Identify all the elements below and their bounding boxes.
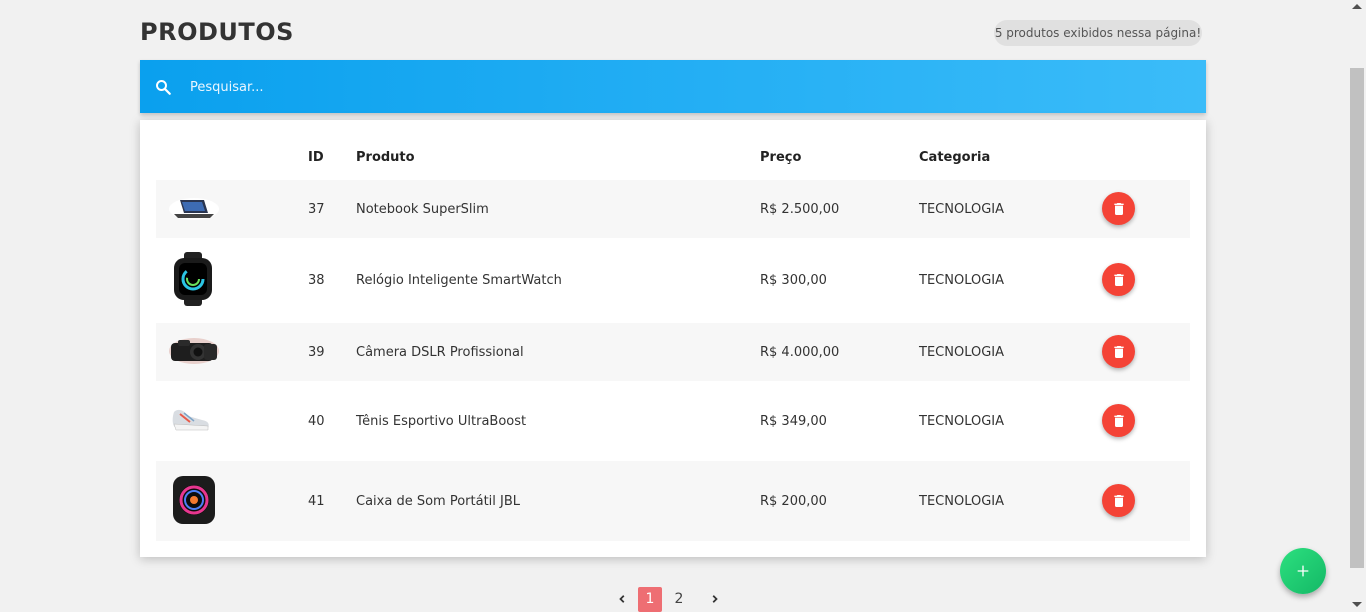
plus-icon xyxy=(1297,565,1309,577)
product-category: TECNOLOGIA xyxy=(919,414,1005,429)
page-title: PRODUTOS xyxy=(140,18,294,46)
product-price: R$ 4.000,00 xyxy=(760,345,840,360)
trash-icon xyxy=(1113,414,1124,427)
product-count-badge: 5 produtos exibidos nessa página! xyxy=(994,20,1202,46)
page-2-button[interactable]: 2 xyxy=(667,587,691,612)
product-price: R$ 300,00 xyxy=(760,273,827,288)
product-name: Tênis Esportivo UltraBoost xyxy=(356,414,527,429)
delete-button[interactable] xyxy=(1102,263,1135,296)
column-header-price: Preço xyxy=(760,150,802,165)
product-name: Câmera DSLR Profissional xyxy=(356,345,524,360)
product-name: Notebook SuperSlim xyxy=(356,202,489,217)
trash-icon xyxy=(1113,345,1124,358)
product-category: TECNOLOGIA xyxy=(919,494,1005,509)
delete-button[interactable] xyxy=(1102,404,1135,437)
chevron-right-icon[interactable] xyxy=(708,592,722,606)
product-id: 40 xyxy=(308,414,325,429)
delete-button[interactable] xyxy=(1102,335,1135,368)
column-header-id: ID xyxy=(308,150,324,165)
page-1-button[interactable]: 1 xyxy=(638,587,662,612)
column-header-product: Produto xyxy=(356,150,415,165)
product-category: TECNOLOGIA xyxy=(919,345,1005,360)
search-input[interactable] xyxy=(190,73,1090,101)
scroll-down-arrow-icon[interactable] xyxy=(1352,602,1362,607)
product-id: 39 xyxy=(308,345,325,360)
product-price: R$ 2.500,00 xyxy=(760,202,840,217)
product-name: Relógio Inteligente SmartWatch xyxy=(356,273,562,288)
product-category: TECNOLOGIA xyxy=(919,202,1005,217)
scroll-up-arrow-icon[interactable] xyxy=(1352,4,1362,9)
product-id: 38 xyxy=(308,273,325,288)
delete-button[interactable] xyxy=(1102,192,1135,225)
product-name: Caixa de Som Portátil JBL xyxy=(356,494,521,509)
scrollbar-thumb[interactable] xyxy=(1350,68,1364,568)
product-category: TECNOLOGIA xyxy=(919,273,1005,288)
smartwatch-image xyxy=(174,252,212,306)
trash-icon xyxy=(1113,494,1124,507)
product-id: 41 xyxy=(308,494,325,509)
product-price: R$ 200,00 xyxy=(760,494,827,509)
sneaker-image xyxy=(172,409,209,431)
chevron-left-icon[interactable] xyxy=(615,592,629,606)
product-id: 37 xyxy=(308,202,325,217)
search-icon xyxy=(156,80,171,95)
camera-image xyxy=(169,338,219,364)
column-header-category: Categoria xyxy=(919,150,991,165)
laptop-image xyxy=(169,198,219,220)
delete-button[interactable] xyxy=(1102,484,1135,517)
trash-icon xyxy=(1113,273,1124,286)
speaker-image xyxy=(173,476,215,524)
trash-icon xyxy=(1113,202,1124,215)
add-product-button[interactable] xyxy=(1280,548,1326,594)
product-price: R$ 349,00 xyxy=(760,414,827,429)
